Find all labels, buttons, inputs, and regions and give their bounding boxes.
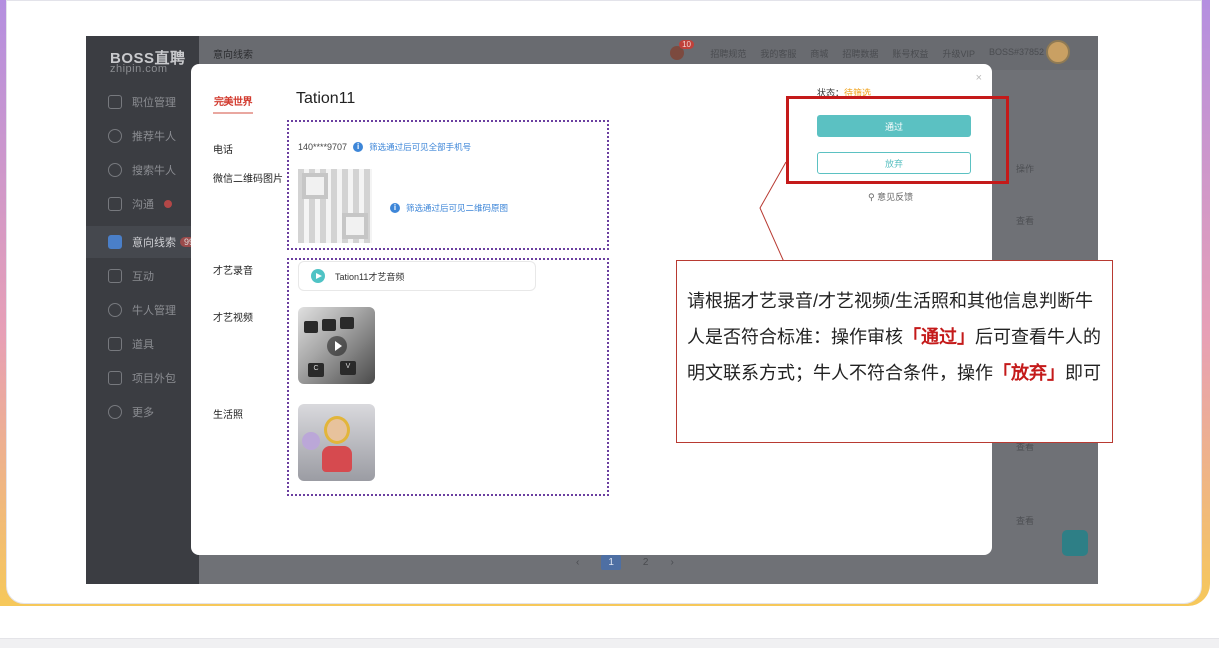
top-link-mall[interactable]: 商城 bbox=[810, 47, 828, 60]
company-logo: 完美世界 bbox=[213, 88, 253, 114]
logo-sub: zhipin.com bbox=[110, 63, 168, 75]
annotation-callout: 请根据才艺录音/才艺视频/生活照和其他信息判断牛人是否符合标准：操作审核「通过」… bbox=[676, 260, 1113, 443]
annotation-text: 请根据才艺录音/才艺视频/生活照和其他信息判断牛人是否符合标准：操作审核「通过」… bbox=[687, 283, 1109, 391]
feedback-link[interactable]: ⚲ 意见反馈 bbox=[868, 190, 913, 203]
sidebar: BOSS直聘 zhipin.com 职位管理 推荐牛人 搜索牛人 沟通 意向线索… bbox=[86, 36, 199, 584]
sidebar-item-outsource[interactable]: 项目外包 bbox=[86, 362, 199, 394]
sidebar-item-label: 职位管理 bbox=[132, 97, 176, 109]
action-highlight-box bbox=[786, 96, 1009, 184]
more-icon bbox=[108, 405, 122, 419]
top-link-vip[interactable]: 升级VIP bbox=[942, 47, 975, 60]
page-title: 意向线索 bbox=[213, 49, 253, 61]
close-icon[interactable]: × bbox=[976, 72, 982, 84]
top-link-account[interactable]: BOSS#37852 bbox=[989, 47, 1044, 60]
star-icon bbox=[108, 129, 122, 143]
sidebar-item-label: 沟通 bbox=[132, 199, 154, 211]
sidebar-item-label: 推荐牛人 bbox=[132, 131, 176, 143]
sidebar-item-chat[interactable]: 沟通 bbox=[86, 188, 199, 220]
feedback-icon: ⚲ bbox=[868, 192, 878, 202]
phone-label: 电话 bbox=[213, 145, 233, 156]
sidebar-item-label: 更多 bbox=[132, 407, 154, 419]
sidebar-item-more[interactable]: 更多 bbox=[86, 396, 199, 428]
candidate-name: Tation11 bbox=[296, 90, 356, 107]
top-link-rules[interactable]: 招聘规范 bbox=[710, 47, 746, 60]
annotation-highlight-pass: 「通过」 bbox=[903, 327, 975, 347]
prev-page[interactable]: ‹ bbox=[576, 557, 579, 568]
next-page[interactable]: › bbox=[670, 557, 673, 568]
sidebar-item-talent[interactable]: 牛人管理 bbox=[86, 294, 199, 326]
tool-icon bbox=[108, 337, 122, 351]
avatar[interactable] bbox=[1046, 40, 1070, 64]
sidebar-item-recommend[interactable]: 推荐牛人 bbox=[86, 120, 199, 152]
sidebar-item-jobs[interactable]: 职位管理 bbox=[86, 86, 199, 118]
sidebar-item-label: 道具 bbox=[132, 339, 154, 351]
feedback-label: 意见反馈 bbox=[877, 192, 914, 202]
bg-action-view[interactable]: 查看 bbox=[1016, 514, 1034, 527]
audio-label: 才艺录音 bbox=[213, 266, 253, 277]
photo-label: 生活照 bbox=[213, 410, 243, 421]
bottom-strip bbox=[0, 638, 1219, 648]
sidebar-item-interact[interactable]: 互动 bbox=[86, 260, 199, 292]
top-links: 招聘规范 我的客服 商城 招聘数据 账号权益 升级VIP BOSS#37852 bbox=[710, 47, 1044, 60]
interact-icon bbox=[108, 269, 122, 283]
bg-action-view[interactable]: 查看 bbox=[1016, 214, 1034, 227]
wechat-label: 微信二维码图片 bbox=[213, 174, 283, 185]
sidebar-item-label: 互动 bbox=[132, 271, 154, 283]
search-icon bbox=[108, 163, 122, 177]
sidebar-item-props[interactable]: 道具 bbox=[86, 328, 199, 360]
leads-icon bbox=[108, 235, 122, 249]
top-link-data[interactable]: 招聘数据 bbox=[842, 47, 878, 60]
annotation-part3: 即可 bbox=[1065, 363, 1101, 383]
chat-bubble-icon[interactable] bbox=[1062, 530, 1088, 556]
bg-action-op: 操作 bbox=[1015, 164, 1034, 174]
user-icon bbox=[108, 303, 122, 317]
chat-icon bbox=[108, 197, 122, 211]
annotation-highlight-abandon: 「放弃」 bbox=[993, 363, 1065, 383]
top-link-rights[interactable]: 账号权益 bbox=[892, 47, 928, 60]
sidebar-item-label: 搜索牛人 bbox=[132, 165, 176, 177]
sidebar-item-leads[interactable]: 意向线索 99 bbox=[86, 226, 199, 258]
sidebar-item-label: 牛人管理 bbox=[132, 305, 176, 317]
contact-highlight-box bbox=[287, 120, 609, 250]
video-label: 才艺视频 bbox=[213, 313, 253, 324]
notification-badge: 10 bbox=[679, 40, 694, 49]
sidebar-item-label: 项目外包 bbox=[132, 373, 176, 385]
project-icon bbox=[108, 371, 122, 385]
unread-dot bbox=[164, 200, 172, 208]
page-1[interactable]: 1 bbox=[601, 555, 621, 570]
briefcase-icon bbox=[108, 95, 122, 109]
pagination: ‹ 1 2 › bbox=[576, 555, 674, 570]
sidebar-item-search[interactable]: 搜索牛人 bbox=[86, 154, 199, 186]
page-2[interactable]: 2 bbox=[643, 557, 649, 568]
media-highlight-box bbox=[287, 258, 609, 496]
sidebar-item-label: 意向线索 bbox=[132, 237, 176, 249]
top-link-service[interactable]: 我的客服 bbox=[760, 47, 796, 60]
